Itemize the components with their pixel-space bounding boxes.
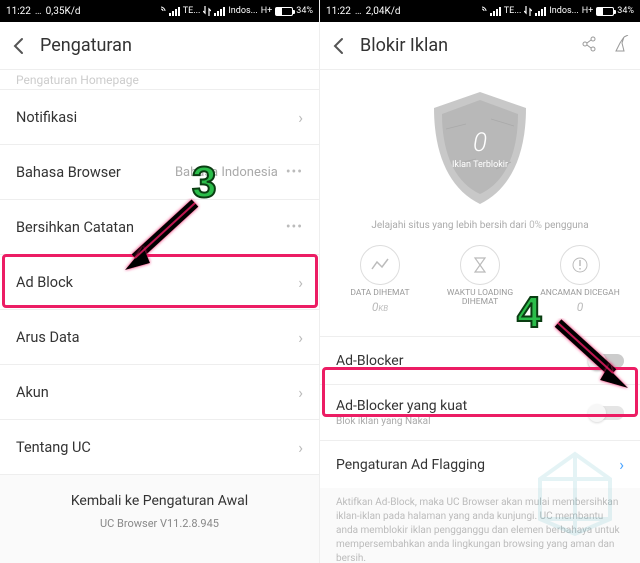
switch-icon[interactable] xyxy=(590,406,624,420)
status-time: 11:22 xyxy=(6,6,31,17)
app-header: Blokir Iklan xyxy=(320,22,640,70)
reset-settings-button[interactable]: Kembali ke Pengaturan Awal xyxy=(0,475,319,517)
more-icon: ••• xyxy=(286,219,303,235)
stat-time-saved: WAKTU LOADING DIHEMAT xyxy=(435,245,525,314)
annotation-arrow-4 xyxy=(548,318,638,398)
page-title: Blokir Iklan xyxy=(360,35,580,56)
screenshot-settings: 11:22 … 0,35K/d TE... Indos... H+ 34% Pe… xyxy=(0,0,320,563)
signal-icon xyxy=(169,7,180,16)
annotation-number-4: 4 xyxy=(517,288,541,338)
blocked-count: 0 xyxy=(416,128,544,158)
version-label: UC Browser V11.2.8.945 xyxy=(0,517,319,540)
status-speed: 0,35K/d xyxy=(46,6,81,17)
share-icon[interactable] xyxy=(580,35,598,57)
settings-row-account[interactable]: Akun› xyxy=(0,365,319,420)
annotation-arrow-3 xyxy=(115,198,205,278)
chevron-right-icon: › xyxy=(298,108,303,127)
settings-row-about[interactable]: Tentang UC› xyxy=(0,420,319,475)
more-icon: ••• xyxy=(286,164,303,180)
chevron-right-icon: › xyxy=(298,273,303,292)
settings-row-notif[interactable]: Notifikasi› xyxy=(0,90,319,145)
page-title: Pengaturan xyxy=(40,35,309,56)
stat-threats: ANCAMAN DICEGAH 0 xyxy=(535,245,625,314)
back-icon[interactable] xyxy=(330,37,348,55)
watermark-icon xyxy=(530,449,620,543)
explore-text: Jelajahi situs yang lebih bersih dari 0%… xyxy=(320,220,640,231)
app-header: Pengaturan xyxy=(0,22,319,70)
settings-row-data[interactable]: Arus Data› xyxy=(0,310,319,365)
status-bar: 11:22 … 2,04K/d TE... Indos... H+ 34% xyxy=(320,0,640,22)
back-icon[interactable] xyxy=(10,37,28,55)
chevron-right-icon: › xyxy=(298,328,303,347)
chevron-right-icon: › xyxy=(298,438,303,457)
settings-row-language[interactable]: Bahasa BrowserBahasa Indonesia••• xyxy=(0,145,319,200)
chevron-right-icon: › xyxy=(298,383,303,402)
shield-icon: 0 Iklan Terblokir xyxy=(416,84,544,212)
stat-data-saved: DATA DIHEMAT 0KB xyxy=(335,245,425,314)
broom-icon[interactable] xyxy=(612,35,630,57)
status-bar: 11:22 … 0,35K/d TE... Indos... H+ 34% xyxy=(0,0,319,22)
battery-icon xyxy=(275,7,293,16)
blocked-label: Iklan Terblokir xyxy=(416,160,544,170)
settings-row-homepage[interactable]: Pengaturan Homepage xyxy=(0,70,319,90)
annotation-number-3: 3 xyxy=(192,158,216,208)
